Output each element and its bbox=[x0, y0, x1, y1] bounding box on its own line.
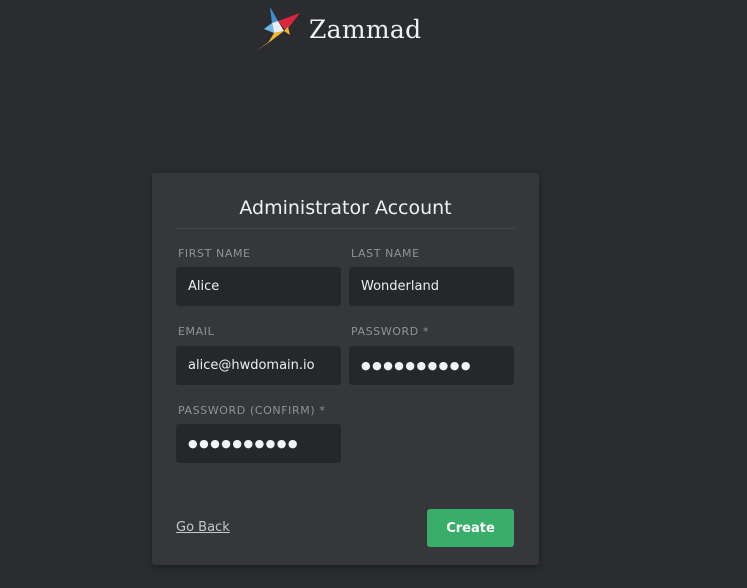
brand-name: Zammad bbox=[309, 14, 422, 44]
password-label: Password * bbox=[351, 325, 430, 338]
title-divider bbox=[176, 228, 515, 229]
email-label: Email bbox=[178, 325, 215, 338]
password-confirm-field[interactable]: ●●●●●●●●●● bbox=[176, 424, 341, 463]
go-back-link[interactable]: Go Back bbox=[176, 520, 230, 535]
password-field[interactable]: ●●●●●●●●●● bbox=[349, 346, 514, 385]
zammad-logo: Zammad bbox=[248, 5, 421, 53]
last-name-field[interactable]: Wonderland bbox=[349, 267, 514, 306]
password-value: ●●●●●●●●●● bbox=[361, 359, 472, 372]
last-name-label: Last Name bbox=[351, 247, 420, 260]
zammad-bird-icon bbox=[256, 7, 300, 51]
create-button[interactable]: Create bbox=[427, 509, 514, 547]
email-value: alice@hwdomain.io bbox=[188, 358, 315, 373]
card-title: Administrator Account bbox=[239, 197, 452, 219]
email-field[interactable]: alice@hwdomain.io bbox=[176, 346, 341, 385]
first-name-value: Alice bbox=[188, 279, 220, 294]
first-name-field[interactable]: Alice bbox=[176, 267, 341, 306]
password-confirm-label: Password (Confirm) * bbox=[178, 404, 326, 417]
last-name-value: Wonderland bbox=[361, 279, 439, 294]
first-name-label: First Name bbox=[178, 247, 251, 260]
admin-account-card: Administrator Account First Name Alice L… bbox=[152, 173, 539, 565]
password-confirm-value: ●●●●●●●●●● bbox=[188, 437, 299, 450]
